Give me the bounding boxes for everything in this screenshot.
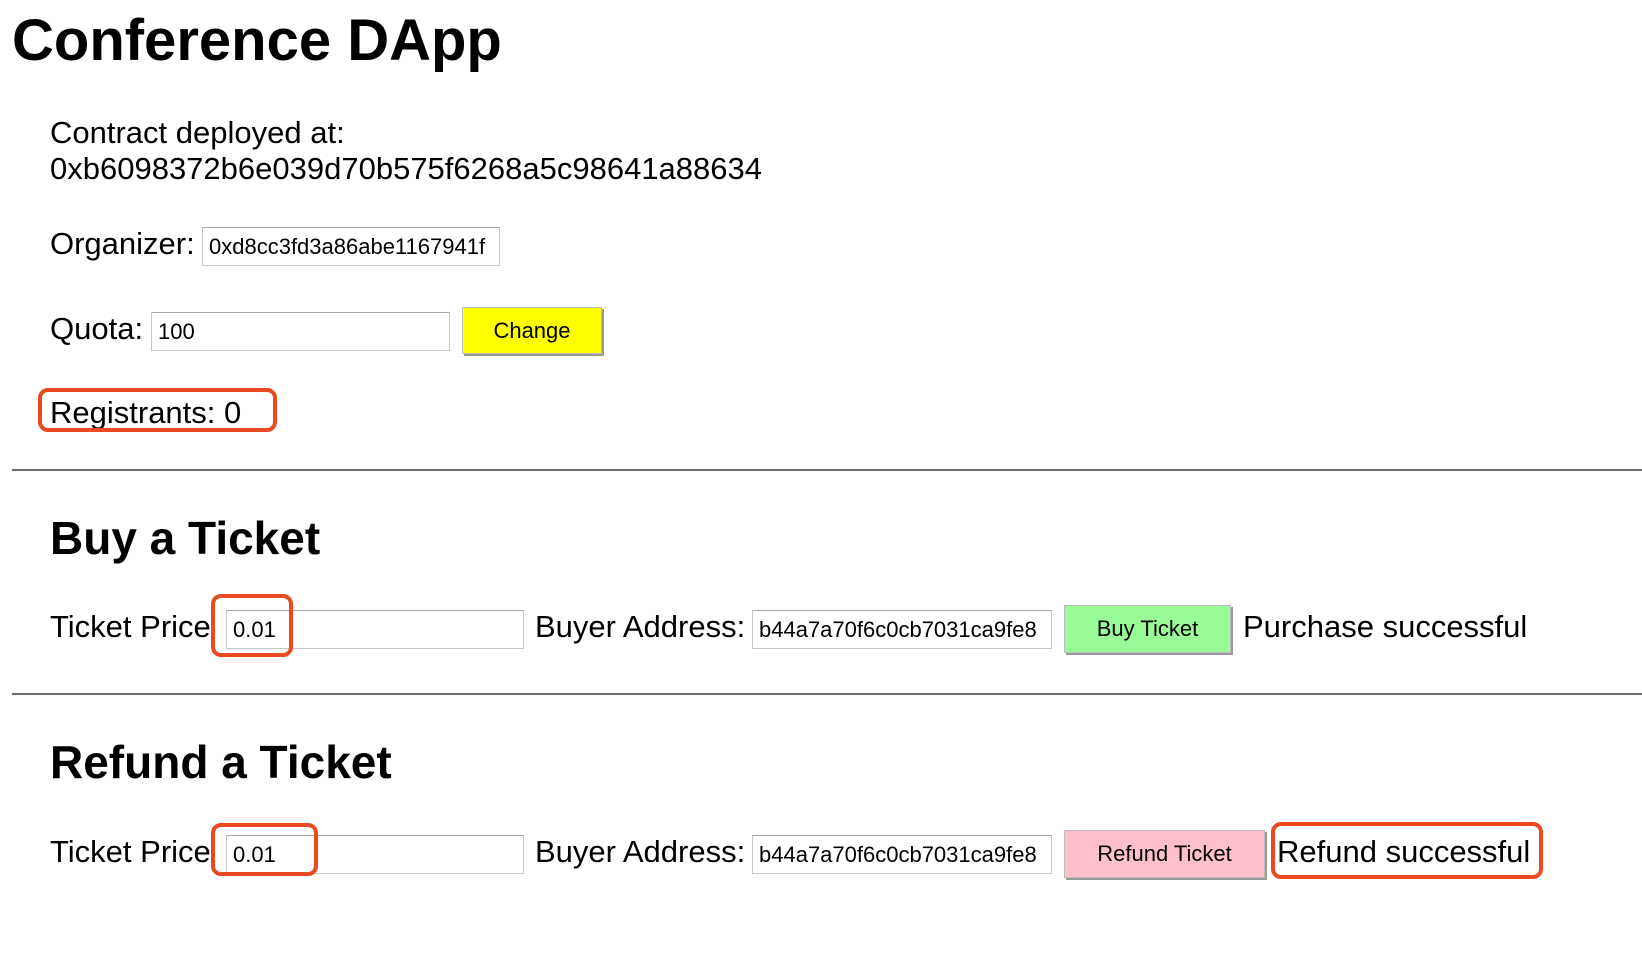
buy-section-title: Buy a Ticket (50, 512, 321, 564)
section-divider (12, 469, 1642, 471)
refund-buyer-address-label: Buyer Address: (535, 834, 746, 869)
refund-section-title: Refund a Ticket (50, 736, 392, 788)
contract-address: 0xb6098372b6e039d70b575f6268a5c98641a886… (50, 151, 763, 186)
refund-ticket-price-label: Ticket Price (50, 834, 211, 869)
buy-buyer-address-label: Buyer Address: (535, 609, 746, 644)
purchase-status: Purchase successful (1243, 609, 1528, 644)
organizer-label: Organizer: (50, 226, 195, 261)
refund-ticket-button[interactable]: Refund Ticket (1064, 830, 1265, 878)
buy-ticket-button[interactable]: Buy Ticket (1064, 605, 1231, 653)
refund-status: Refund successful (1277, 834, 1531, 869)
section-divider (12, 693, 1642, 695)
app-title: Conference DApp (12, 8, 502, 73)
quota-label: Quota: (50, 311, 144, 346)
buy-buyer-address-input[interactable] (752, 610, 1052, 649)
organizer-input[interactable] (202, 227, 500, 266)
refund-buyer-address-input[interactable] (752, 835, 1052, 874)
refund-ticket-price-input[interactable] (226, 835, 524, 874)
buy-ticket-price-input[interactable] (226, 610, 524, 649)
change-quota-button[interactable]: Change (462, 307, 602, 354)
quota-input[interactable] (151, 312, 450, 351)
contract-label: Contract deployed at: (50, 115, 345, 150)
buy-ticket-price-label: Ticket Price (50, 609, 211, 644)
registrants-count: Registrants: 0 (50, 395, 242, 430)
